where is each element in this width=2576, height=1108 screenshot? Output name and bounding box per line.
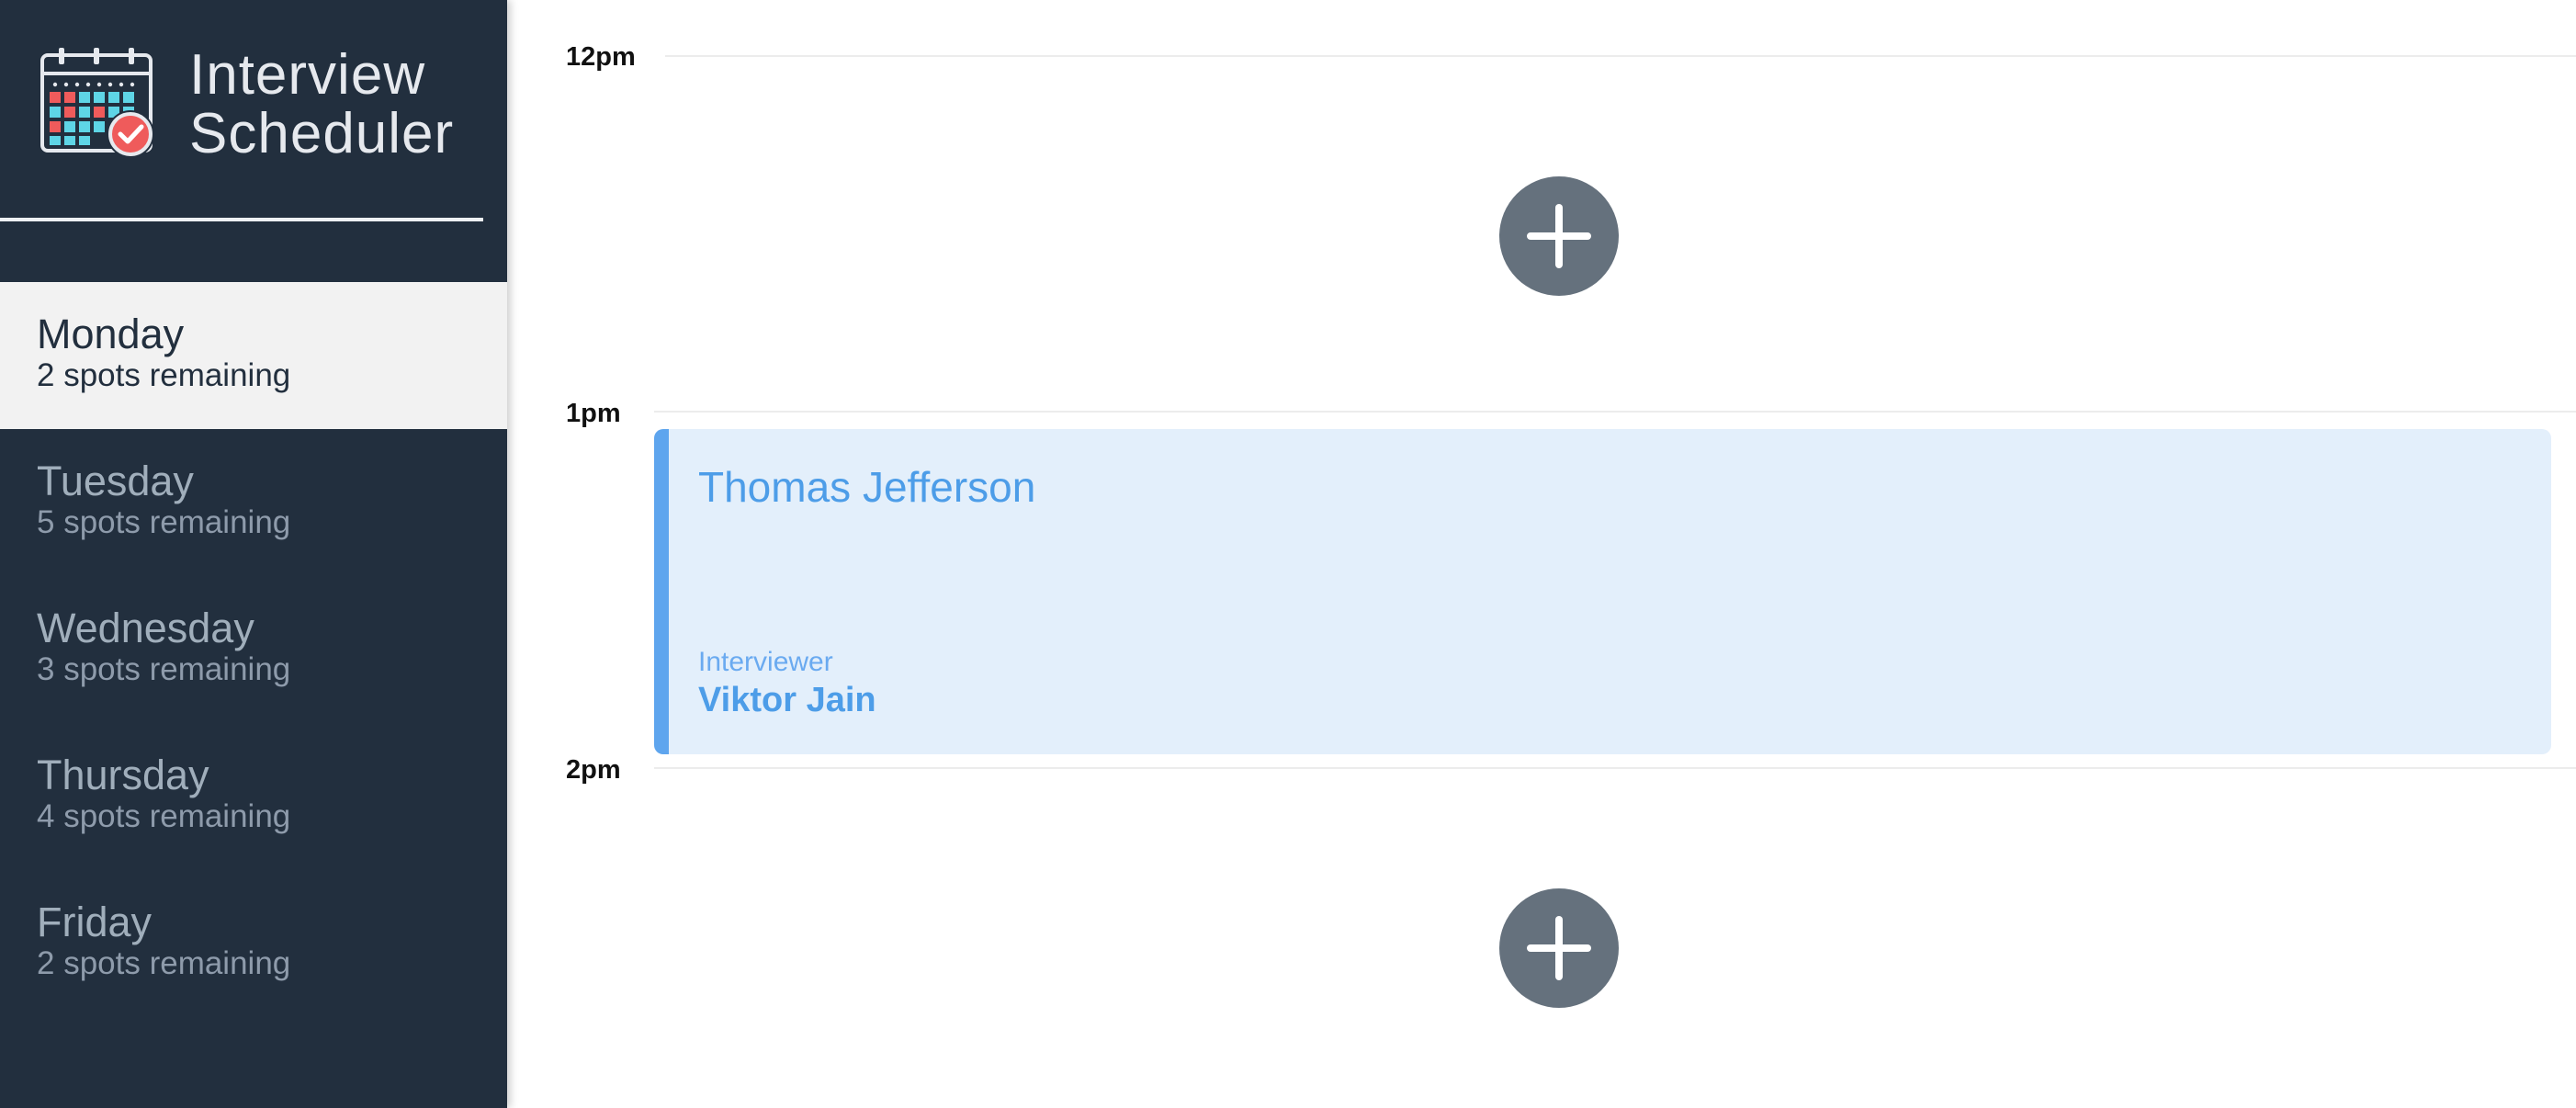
day-item-thursday[interactable]: Thursday 4 spots remaining bbox=[0, 723, 507, 870]
day-name: Monday bbox=[37, 311, 185, 357]
student-name: Thomas Jefferson bbox=[698, 463, 1036, 511]
time-divider bbox=[654, 411, 2576, 413]
day-name: Wednesday bbox=[37, 605, 254, 651]
schedule: 12pm 1pm Thomas Jefferson Interviewer Vi… bbox=[507, 0, 2576, 1108]
day-name: Friday bbox=[37, 899, 153, 945]
plus-icon bbox=[1527, 204, 1591, 268]
time-divider bbox=[665, 55, 2576, 57]
sidebar: Interview Scheduler Monday 2 spots remai… bbox=[0, 0, 507, 1108]
interviewer-name: Viktor Jain bbox=[698, 681, 876, 719]
appointment-accent bbox=[654, 429, 669, 754]
appointment-card[interactable]: Thomas Jefferson Interviewer Viktor Jain bbox=[654, 429, 2551, 754]
add-appointment-button[interactable] bbox=[1499, 888, 1619, 1008]
day-spots: 2 spots remaining bbox=[37, 945, 291, 981]
day-spots: 4 spots remaining bbox=[37, 798, 291, 834]
day-spots: 3 spots remaining bbox=[37, 651, 291, 687]
app-title: Interview Scheduler bbox=[189, 46, 454, 164]
day-spots: 5 spots remaining bbox=[37, 504, 291, 540]
interviewer-label: Interviewer bbox=[698, 647, 833, 677]
brand: Interview Scheduler bbox=[39, 46, 470, 165]
day-name: Tuesday bbox=[37, 458, 194, 504]
time-label-2pm: 2pm bbox=[566, 755, 621, 785]
day-list: Monday 2 spots remaining Tuesday 5 spots… bbox=[0, 282, 507, 1017]
time-divider bbox=[654, 767, 2576, 769]
day-item-friday[interactable]: Friday 2 spots remaining bbox=[0, 870, 507, 1017]
plus-icon bbox=[1527, 916, 1591, 980]
day-item-monday[interactable]: Monday 2 spots remaining bbox=[0, 282, 507, 429]
app-title-line-1: Interview bbox=[189, 43, 426, 107]
day-item-wednesday[interactable]: Wednesday 3 spots remaining bbox=[0, 576, 507, 723]
day-item-tuesday[interactable]: Tuesday 5 spots remaining bbox=[0, 429, 507, 576]
add-appointment-button[interactable] bbox=[1499, 176, 1619, 296]
app-title-line-2: Scheduler bbox=[189, 102, 455, 165]
time-label-1pm: 1pm bbox=[566, 399, 621, 428]
day-name: Thursday bbox=[37, 752, 209, 798]
calendar-check-icon bbox=[40, 48, 154, 158]
time-label-12pm: 12pm bbox=[566, 42, 636, 72]
day-spots: 2 spots remaining bbox=[37, 357, 291, 393]
sidebar-divider bbox=[0, 218, 483, 221]
